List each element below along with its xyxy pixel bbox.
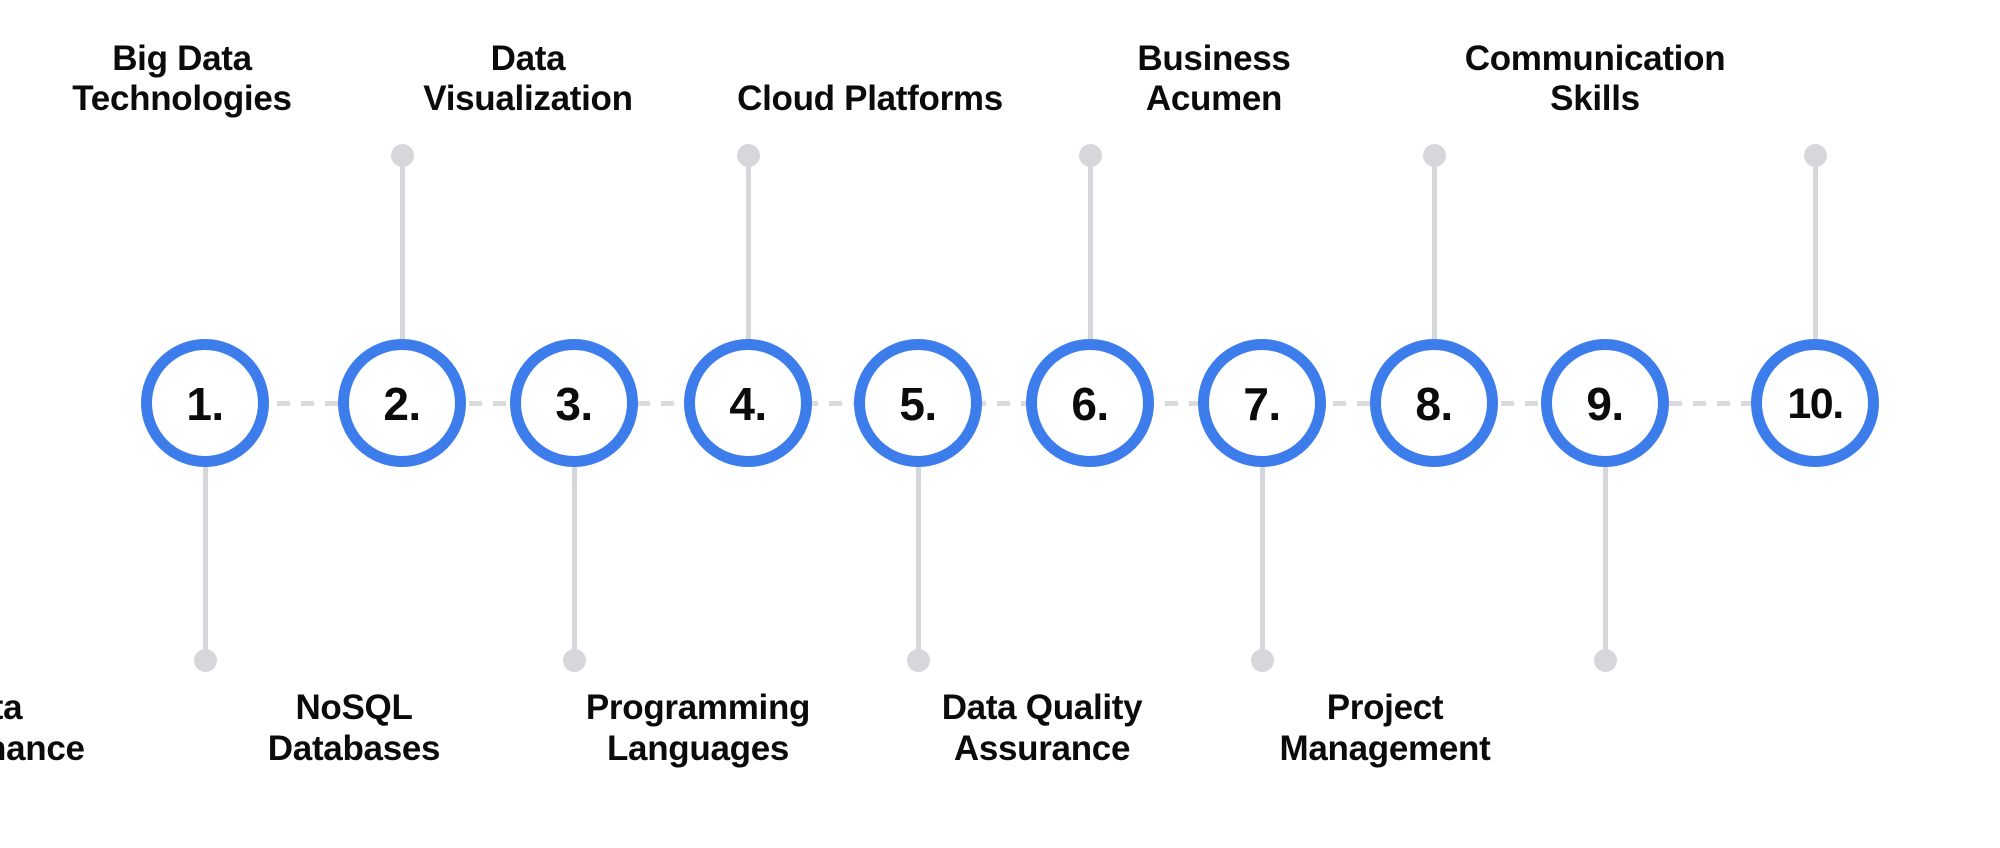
connector-stem [399, 155, 405, 345]
connector-knob [1250, 648, 1274, 672]
node-number: 9. [1586, 378, 1624, 430]
connector-knob [193, 648, 217, 672]
node-number: 4. [729, 378, 767, 430]
connector-knob [562, 648, 586, 672]
connector-knob [1422, 143, 1446, 167]
node-number: 5. [899, 378, 937, 430]
timeline-node-9[interactable]: 9. [1541, 339, 1669, 467]
timeline-node-8[interactable]: 8. [1370, 339, 1498, 467]
timeline-infographic: 1.Data Governance2.Big Data Technologies… [0, 0, 2000, 848]
connector-stem [1259, 461, 1265, 660]
connector-stem [1431, 155, 1437, 345]
connector-knob [1593, 648, 1617, 672]
connector-knob [1078, 143, 1102, 167]
connector-stem [571, 461, 577, 660]
timeline-node-4[interactable]: 4. [684, 339, 812, 467]
timeline-node-10[interactable]: 10. [1751, 339, 1879, 467]
node-number: 2. [383, 378, 421, 430]
timeline-node-1[interactable]: 1. [141, 339, 269, 467]
timeline-node-3[interactable]: 3. [510, 339, 638, 467]
connector-stem [1602, 461, 1608, 660]
node-number: 7. [1243, 378, 1281, 430]
step-label-9: Project Management [1279, 688, 1491, 768]
connector-knob [390, 143, 414, 167]
timeline-node-7[interactable]: 7. [1198, 339, 1326, 467]
node-number: 3. [555, 378, 593, 430]
connector-stem [915, 461, 921, 660]
connector-stem [745, 155, 751, 345]
node-number: 1. [186, 378, 224, 430]
timeline-node-2[interactable]: 2. [338, 339, 466, 467]
connector-stem [1087, 155, 1093, 345]
connector-stem [1812, 155, 1818, 345]
step-label-10: Communication Skills [1464, 38, 1726, 119]
step-label-8: Business Acumen [1137, 38, 1291, 119]
timeline-node-5[interactable]: 5. [854, 339, 982, 467]
node-number: 10. [1787, 379, 1844, 428]
connector-knob [1803, 143, 1827, 167]
connector-knob [906, 648, 930, 672]
timeline-node-6[interactable]: 6. [1026, 339, 1154, 467]
node-number: 8. [1415, 378, 1453, 430]
connector-knob [736, 143, 760, 167]
connector-stem [202, 461, 208, 660]
node-number: 6. [1071, 378, 1109, 430]
